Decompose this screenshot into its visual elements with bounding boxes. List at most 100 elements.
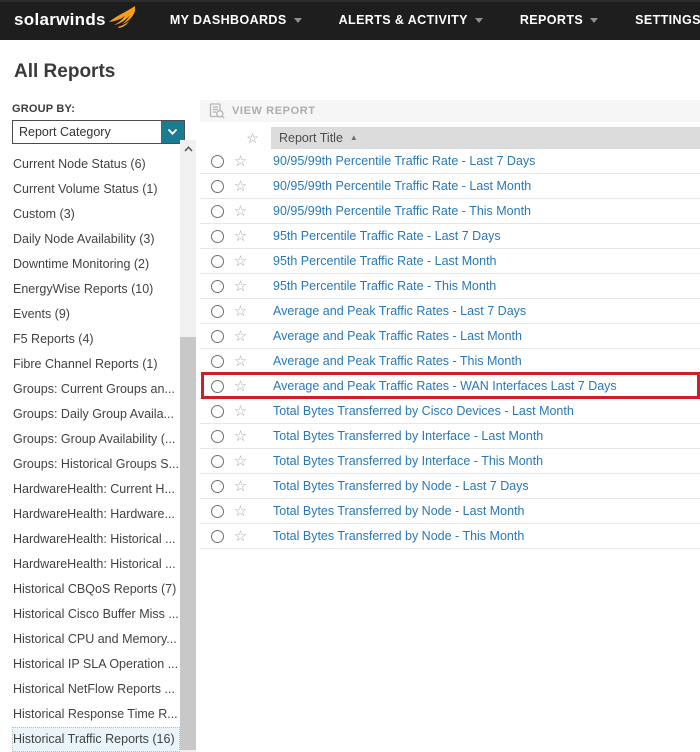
category-item[interactable]: Historical Response Time R... [12,702,180,727]
report-link[interactable]: 95th Percentile Traffic Rate - This Mont… [257,279,496,293]
category-item[interactable]: HardwareHealth: Historical ... [12,527,180,552]
category-item[interactable]: F5 Reports (4) [12,327,180,352]
report-link[interactable]: Average and Peak Traffic Rates - Last Mo… [257,329,522,343]
star-icon[interactable]: ☆ [224,204,257,219]
category-item[interactable]: Daily Node Availability (3) [12,227,180,252]
report-link[interactable]: Average and Peak Traffic Rates - This Mo… [257,354,522,368]
radio-button[interactable] [211,205,224,218]
report-link[interactable]: Total Bytes Transferred by Interface - L… [257,429,543,443]
table-row[interactable]: ☆ Total Bytes Transferred by Cisco Devic… [200,399,700,424]
category-item[interactable]: Groups: Daily Group Availa... [12,402,180,427]
report-link[interactable]: 90/95/99th Percentile Traffic Rate - Las… [257,154,535,168]
report-link[interactable]: Total Bytes Transferred by Cisco Devices… [257,404,574,418]
radio-button[interactable] [211,330,224,343]
table-row[interactable]: ☆ Total Bytes Transferred by Node - Last… [200,474,700,499]
table-row[interactable]: ☆ Total Bytes Transferred by Interface -… [200,424,700,449]
table-row[interactable]: ☆ Average and Peak Traffic Rates - This … [200,349,700,374]
report-link[interactable]: Total Bytes Transferred by Node - This M… [257,529,524,543]
table-row[interactable]: ☆ 95th Percentile Traffic Rate - Last Mo… [200,249,700,274]
table-row[interactable]: ☆ Total Bytes Transferred by Interface -… [200,449,700,474]
table-row[interactable]: ☆ 90/95/99th Percentile Traffic Rate - L… [200,149,700,174]
table-row[interactable]: ☆ 95th Percentile Traffic Rate - This Mo… [200,274,700,299]
star-icon[interactable]: ☆ [224,279,257,294]
radio-button[interactable] [211,280,224,293]
category-item[interactable]: Historical Cisco Buffer Miss ... [12,602,180,627]
star-icon[interactable]: ☆ [224,529,257,544]
view-report-button[interactable]: VIEW REPORT [232,105,316,117]
category-item[interactable]: Current Volume Status (1) [12,177,180,202]
category-item[interactable]: Downtime Monitoring (2) [12,252,180,277]
category-item[interactable]: Historical IP SLA Operation ... [12,652,180,677]
category-item[interactable]: Historical Traffic Reports (16) [12,727,180,752]
star-icon[interactable]: ☆ [224,404,257,419]
category-item[interactable]: Historical CPU and Memory... [12,627,180,652]
radio-button[interactable] [211,180,224,193]
star-icon[interactable]: ☆ [224,454,257,469]
category-item[interactable]: HardwareHealth: Historical ... [12,552,180,577]
scrollbar-thumb[interactable] [180,337,196,750]
solarwinds-logo[interactable]: solarwinds [14,10,136,30]
star-icon[interactable]: ☆ [224,429,257,444]
radio-button[interactable] [211,480,224,493]
report-link[interactable]: Average and Peak Traffic Rates - WAN Int… [257,379,617,393]
radio-button[interactable] [211,455,224,468]
scroll-up-icon[interactable] [180,140,196,157]
table-row[interactable]: ☆ Total Bytes Transferred by Node - This… [200,524,700,549]
category-item[interactable]: Current Node Status (6) [12,152,180,177]
table-row[interactable]: ☆ Total Bytes Transferred by Node - Last… [200,499,700,524]
radio-button[interactable] [211,230,224,243]
star-icon[interactable]: ☆ [224,329,257,344]
star-icon[interactable]: ☆ [224,229,257,244]
report-link[interactable]: 90/95/99th Percentile Traffic Rate - Thi… [257,204,531,218]
star-icon[interactable]: ☆ [224,479,257,494]
radio-button[interactable] [211,380,224,393]
radio-button[interactable] [211,505,224,518]
report-link[interactable]: Total Bytes Transferred by Node - Last M… [257,504,525,518]
report-link[interactable]: Total Bytes Transferred by Interface - T… [257,454,543,468]
star-icon[interactable]: ☆ [224,304,257,319]
report-link[interactable]: Total Bytes Transferred by Node - Last 7… [257,479,529,493]
table-row[interactable]: ☆ Average and Peak Traffic Rates - WAN I… [200,374,700,399]
table-row[interactable]: ☆ Average and Peak Traffic Rates - Last … [200,299,700,324]
category-item[interactable]: Groups: Current Groups an... [12,377,180,402]
table-row[interactable]: ☆ 95th Percentile Traffic Rate - Last 7 … [200,224,700,249]
nav-menu-item[interactable]: MY DASHBOARDS [170,13,302,27]
star-icon[interactable]: ☆ [224,354,257,369]
category-item[interactable]: Events (9) [12,302,180,327]
category-item[interactable]: HardwareHealth: Current H... [12,477,180,502]
category-item[interactable]: Groups: Group Availability (... [12,427,180,452]
star-icon[interactable]: ☆ [224,504,257,519]
star-icon[interactable]: ☆ [224,179,257,194]
star-icon[interactable]: ☆ [224,154,257,169]
report-link[interactable]: Average and Peak Traffic Rates - Last 7 … [257,304,526,318]
radio-button[interactable] [211,430,224,443]
radio-button[interactable] [211,355,224,368]
table-row[interactable]: ☆ Average and Peak Traffic Rates - Last … [200,324,700,349]
nav-menu-item[interactable]: ALERTS & ACTIVITY [339,13,483,27]
report-link[interactable]: 90/95/99th Percentile Traffic Rate - Las… [257,179,531,193]
category-item[interactable]: Groups: Historical Groups S... [12,452,180,477]
group-by-select[interactable]: Report Category [12,120,185,144]
category-item[interactable]: EnergyWise Reports (10) [12,277,180,302]
nav-menu-item[interactable]: SETTINGS [635,13,700,27]
report-link[interactable]: 95th Percentile Traffic Rate - Last 7 Da… [257,229,501,243]
table-row[interactable]: ☆ 90/95/99th Percentile Traffic Rate - T… [200,199,700,224]
category-item[interactable]: Custom (3) [12,202,180,227]
category-item[interactable]: Historical NetFlow Reports ... [12,677,180,702]
category-item[interactable]: HardwareHealth: Hardware... [12,502,180,527]
star-icon[interactable]: ☆ [224,379,257,394]
radio-button[interactable] [211,305,224,318]
category-item[interactable]: Historical CBQoS Reports (7) [12,577,180,602]
header-favorite-column[interactable]: ☆ [234,127,271,149]
radio-button[interactable] [211,530,224,543]
radio-button[interactable] [211,255,224,268]
nav-menu-item[interactable]: REPORTS [520,13,598,27]
star-icon[interactable]: ☆ [224,254,257,269]
report-link[interactable]: 95th Percentile Traffic Rate - Last Mont… [257,254,497,268]
sidebar-scrollbar[interactable] [180,140,196,752]
table-row[interactable]: ☆ 90/95/99th Percentile Traffic Rate - L… [200,174,700,199]
header-report-title-column[interactable]: Report Title ▲ [271,127,700,149]
radio-button[interactable] [211,405,224,418]
category-item[interactable]: Fibre Channel Reports (1) [12,352,180,377]
radio-button[interactable] [211,155,224,168]
